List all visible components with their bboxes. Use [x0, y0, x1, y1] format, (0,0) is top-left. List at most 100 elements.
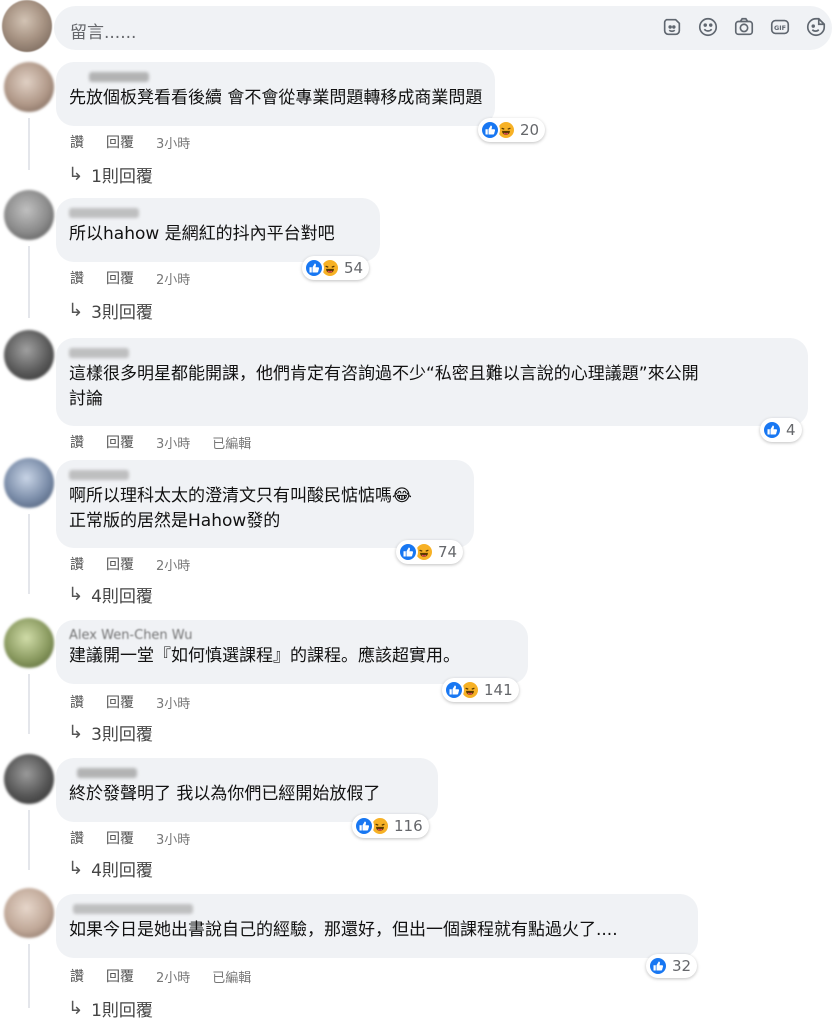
- avatar[interactable]: [4, 754, 54, 804]
- replies-count: 4則回覆: [91, 861, 153, 881]
- replies-count: 3則回覆: [91, 303, 153, 323]
- replies-count: 4則回覆: [91, 587, 153, 607]
- comment-text: 所以hahow 是網紅的抖內平台對吧: [69, 224, 335, 244]
- comment-input-placeholder: 留言......: [70, 23, 137, 43]
- edited-label[interactable]: 已編輯: [212, 433, 251, 452]
- reply-arrow-icon: ↳: [68, 722, 84, 743]
- comment-timestamp[interactable]: 2小時: [156, 555, 190, 574]
- comment-timestamp[interactable]: 2小時: [156, 967, 190, 986]
- emoji-icon[interactable]: [696, 15, 720, 39]
- view-replies[interactable]: ↳ 3則回覆: [68, 298, 153, 323]
- reaction-summary[interactable]: 32: [646, 954, 698, 978]
- avatar[interactable]: [4, 888, 54, 938]
- like-button[interactable]: 讚: [70, 132, 84, 152]
- reply-button[interactable]: 回覆: [106, 828, 134, 848]
- reaction-count: 20: [520, 121, 540, 139]
- comment-timestamp[interactable]: 3小時: [156, 133, 190, 152]
- reaction-summary[interactable]: 54: [302, 256, 370, 280]
- reply-arrow-icon: ↳: [68, 998, 84, 1019]
- comment-bubble: 這樣很多明星都能開課，他們肯定有咨詢過不少“私密且難以言說的心理議題”來公開 討…: [56, 338, 808, 426]
- reaction-summary[interactable]: 74: [396, 540, 464, 564]
- view-replies[interactable]: ↳ 3則回覆: [68, 720, 153, 745]
- comment-timestamp[interactable]: 3小時: [156, 693, 190, 712]
- like-reaction-icon: [648, 956, 668, 976]
- reply-button[interactable]: 回覆: [106, 966, 134, 986]
- sticker-icon[interactable]: [660, 15, 684, 39]
- reaction-count: 4: [786, 421, 796, 439]
- reply-button[interactable]: 回覆: [106, 554, 134, 574]
- svg-text:GIF: GIF: [774, 24, 786, 32]
- comment-author[interactable]: [89, 72, 149, 82]
- like-button[interactable]: 讚: [70, 692, 84, 712]
- like-button[interactable]: 讚: [70, 268, 84, 288]
- reply-button[interactable]: 回覆: [106, 268, 134, 288]
- reply-arrow-icon: ↳: [68, 584, 84, 605]
- avatar[interactable]: [4, 618, 54, 668]
- comment-bubble: 終於發聲明了 我以為你們已經開始放假了: [56, 758, 438, 822]
- comment-author[interactable]: [69, 470, 129, 480]
- like-button[interactable]: 讚: [70, 828, 84, 848]
- comment-text: 先放個板凳看看後續 會不會從專業問題轉移成商業問題: [69, 88, 483, 108]
- comment-author[interactable]: [69, 208, 139, 218]
- like-reaction-icon: [354, 816, 374, 836]
- like-button[interactable]: 讚: [70, 554, 84, 574]
- reaction-count: 116: [394, 817, 423, 835]
- avatar[interactable]: [4, 458, 54, 508]
- thread-line: [28, 944, 30, 1008]
- camera-icon[interactable]: [732, 15, 756, 39]
- comment-author[interactable]: [77, 768, 137, 778]
- comment-text: 啊所以理科太太的澄清文只有叫酸民惦惦嗎😂: [69, 486, 412, 506]
- comment-author[interactable]: [73, 904, 193, 914]
- like-reaction-icon: [444, 680, 464, 700]
- thread-line: [28, 810, 30, 870]
- view-replies[interactable]: ↳ 1則回覆: [68, 162, 153, 187]
- comment-bubble: Alex Wen-Chen Wu 建議開一堂『如何慎選課程』的課程。應該超實用。: [56, 620, 528, 684]
- like-button[interactable]: 讚: [70, 432, 84, 452]
- comment-actions: 讚 回覆 2小時: [70, 554, 212, 574]
- reaction-summary[interactable]: 4: [760, 418, 802, 442]
- comment-composer: 留言...... GIF: [0, 0, 834, 56]
- view-replies[interactable]: ↳ 1則回覆: [68, 996, 153, 1021]
- comment-author[interactable]: Alex Wen-Chen Wu: [69, 628, 515, 644]
- comment-timestamp[interactable]: 2小時: [156, 269, 190, 288]
- comment-actions: 讚 回覆 3小時: [70, 692, 212, 712]
- view-replies[interactable]: ↳ 4則回覆: [68, 856, 153, 881]
- comment-bubble: 所以hahow 是網紅的抖內平台對吧: [56, 198, 380, 262]
- avatar[interactable]: [4, 190, 54, 240]
- view-replies[interactable]: ↳ 4則回覆: [68, 582, 153, 607]
- comment-actions: 讚 回覆 2小時 已編輯: [70, 966, 273, 986]
- comment-author[interactable]: [69, 348, 129, 358]
- reaction-count: 74: [438, 543, 458, 561]
- reaction-count: 141: [484, 681, 513, 699]
- current-user-avatar: [2, 0, 52, 52]
- reply-arrow-icon: ↳: [68, 164, 84, 185]
- like-reaction-icon: [762, 420, 782, 440]
- sticker-face-icon[interactable]: [804, 15, 828, 39]
- comment-timestamp[interactable]: 3小時: [156, 433, 190, 452]
- avatar[interactable]: [4, 62, 54, 112]
- reaction-summary[interactable]: 20: [478, 118, 546, 142]
- comment-bubble: 如果今日是她出書說自己的經驗，那還好，但出一個課程就有點過火了....: [56, 894, 698, 958]
- like-button[interactable]: 讚: [70, 966, 84, 986]
- reply-arrow-icon: ↳: [68, 858, 84, 879]
- replies-count: 1則回覆: [91, 1001, 153, 1021]
- reply-button[interactable]: 回覆: [106, 132, 134, 152]
- edited-label[interactable]: 已編輯: [212, 967, 251, 986]
- comment-actions: 讚 回覆 3小時: [70, 828, 212, 848]
- reply-button[interactable]: 回覆: [106, 692, 134, 712]
- avatar[interactable]: [4, 330, 54, 380]
- reply-button[interactable]: 回覆: [106, 432, 134, 452]
- comment-timestamp[interactable]: 3小時: [156, 829, 190, 848]
- comment-text: 終於發聲明了 我以為你們已經開始放假了: [69, 784, 381, 804]
- thread-line: [28, 118, 30, 170]
- comment-input[interactable]: 留言...... GIF: [54, 6, 832, 50]
- reaction-summary[interactable]: 141: [442, 678, 519, 702]
- replies-count: 3則回覆: [91, 725, 153, 745]
- comment-actions: 讚 回覆 3小時: [70, 132, 212, 152]
- like-reaction-icon: [304, 258, 324, 278]
- gif-icon[interactable]: GIF: [768, 15, 792, 39]
- reaction-count: 54: [344, 259, 364, 277]
- thread-line: [28, 514, 30, 594]
- comment-text: 建議開一堂『如何慎選課程』的課程。應該超實用。: [69, 646, 460, 666]
- reaction-summary[interactable]: 116: [352, 814, 429, 838]
